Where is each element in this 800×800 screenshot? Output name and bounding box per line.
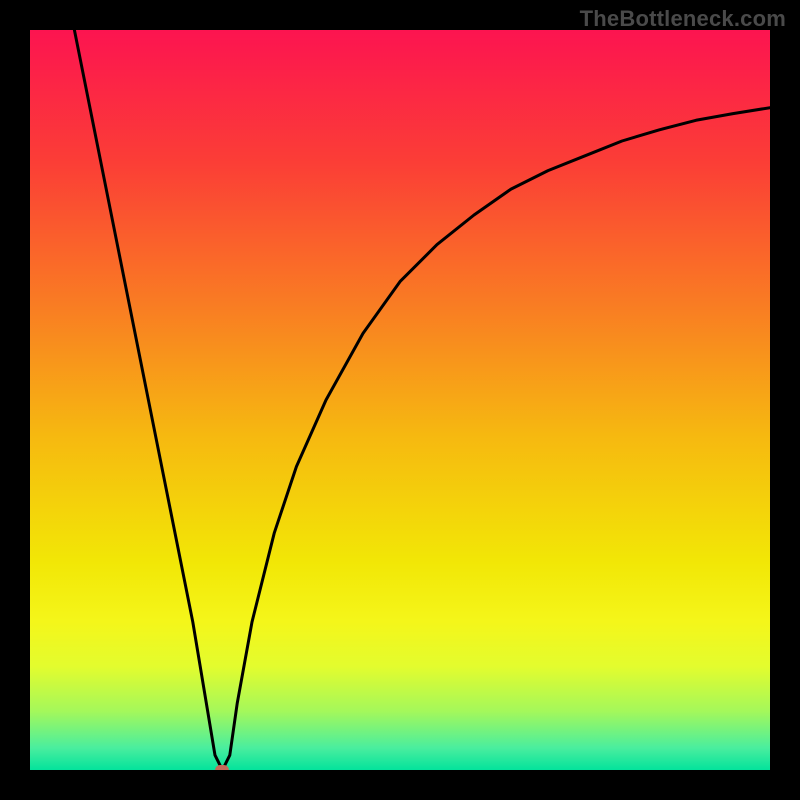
plot-area — [30, 30, 770, 770]
watermark-label: TheBottleneck.com — [580, 6, 786, 32]
gradient-background — [30, 30, 770, 770]
chart-frame: TheBottleneck.com — [0, 0, 800, 800]
